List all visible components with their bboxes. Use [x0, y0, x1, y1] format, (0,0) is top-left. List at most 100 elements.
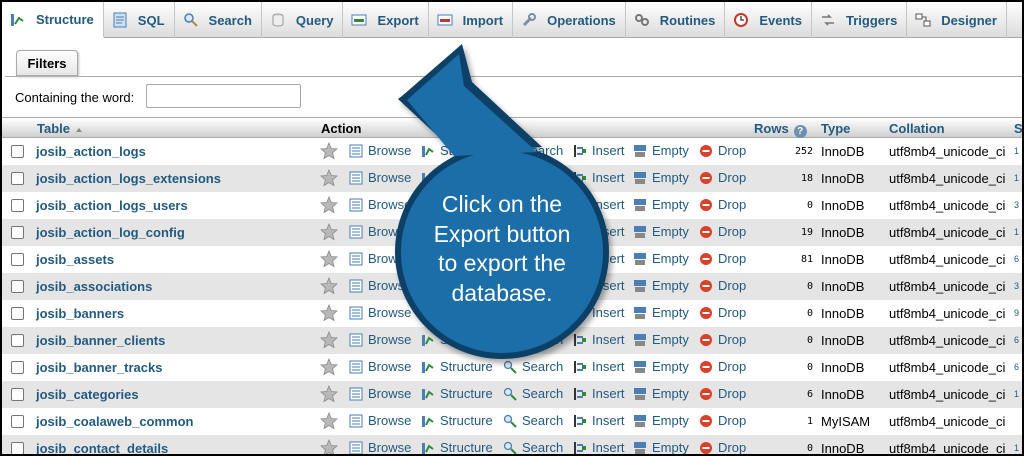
filters-button[interactable]: Filters	[16, 50, 78, 76]
row-checkbox[interactable]	[11, 334, 24, 347]
empty-action[interactable]: Empty	[633, 170, 689, 185]
favorite-star-icon[interactable]	[320, 439, 338, 456]
drop-action[interactable]: Drop	[699, 143, 746, 158]
insert-action[interactable]: Insert	[573, 413, 625, 428]
structure-action[interactable]: Structure	[421, 170, 493, 185]
search-action[interactable]: Search	[503, 143, 563, 158]
structure-action[interactable]: Structure	[421, 143, 493, 158]
favorite-star-icon[interactable]	[320, 412, 338, 430]
favorite-star-icon[interactable]	[320, 277, 338, 295]
drop-action[interactable]: Drop	[699, 197, 746, 212]
table-name-link[interactable]: josib_banner_clients	[36, 333, 165, 348]
table-name-link[interactable]: josib_action_logs_extensions	[36, 171, 221, 186]
row-checkbox[interactable]	[11, 307, 24, 320]
table-name-link[interactable]: josib_associations	[36, 279, 152, 294]
structure-action[interactable]: Structure	[421, 359, 493, 374]
tab-search[interactable]: Search	[175, 2, 262, 38]
structure-action[interactable]: Structure	[421, 440, 493, 454]
search-action[interactable]: Search	[503, 332, 563, 347]
browse-action[interactable]: Browse	[349, 332, 411, 347]
row-checkbox[interactable]	[11, 172, 24, 185]
table-name-link[interactable]: josib_action_logs_users	[36, 198, 188, 213]
search-action[interactable]: Search	[503, 386, 563, 401]
row-checkbox[interactable]	[11, 442, 24, 454]
drop-action[interactable]: Drop	[699, 332, 746, 347]
search-action[interactable]: Search	[503, 359, 563, 374]
row-checkbox[interactable]	[11, 415, 24, 428]
favorite-star-icon[interactable]	[320, 304, 338, 322]
favorite-star-icon[interactable]	[320, 196, 338, 214]
row-checkbox[interactable]	[11, 226, 24, 239]
size-column-header[interactable]: S	[1014, 121, 1022, 136]
tab-routines[interactable]: Routines	[626, 2, 726, 38]
favorite-star-icon[interactable]	[320, 385, 338, 403]
tab-query[interactable]: Query	[262, 2, 344, 38]
tab-operations[interactable]: Operations	[513, 2, 626, 38]
empty-action[interactable]: Empty	[633, 386, 689, 401]
row-checkbox[interactable]	[11, 361, 24, 374]
favorite-star-icon[interactable]	[320, 331, 338, 349]
favorite-star-icon[interactable]	[320, 142, 338, 160]
tab-structure[interactable]: Structure	[2, 2, 104, 38]
table-name-link[interactable]: josib_action_log_config	[36, 225, 185, 240]
empty-action[interactable]: Empty	[633, 278, 689, 293]
empty-action[interactable]: Empty	[633, 305, 689, 320]
tab-sql[interactable]: SQL	[104, 2, 175, 38]
favorite-star-icon[interactable]	[320, 358, 338, 376]
empty-action[interactable]: Empty	[633, 413, 689, 428]
table-name-link[interactable]: josib_coalaweb_common	[36, 414, 194, 429]
drop-action[interactable]: Drop	[699, 224, 746, 239]
row-checkbox[interactable]	[11, 280, 24, 293]
insert-action[interactable]: Insert	[573, 386, 625, 401]
insert-action[interactable]: Insert	[573, 332, 625, 347]
table-name-link[interactable]: josib_contact_details	[36, 441, 168, 454]
favorite-star-icon[interactable]	[320, 250, 338, 268]
table-name-link[interactable]: josib_banners	[36, 306, 124, 321]
help-icon[interactable]: ?	[793, 125, 807, 138]
row-checkbox[interactable]	[11, 253, 24, 266]
structure-action[interactable]: Structure	[421, 386, 493, 401]
empty-action[interactable]: Empty	[633, 143, 689, 158]
insert-action[interactable]: Insert	[573, 359, 625, 374]
table-name-link[interactable]: josib_banner_tracks	[36, 360, 162, 375]
tab-events[interactable]: Events	[725, 2, 812, 38]
favorite-star-icon[interactable]	[320, 169, 338, 187]
browse-action[interactable]: Browse	[349, 143, 411, 158]
favorite-star-icon[interactable]	[320, 223, 338, 241]
drop-action[interactable]: Drop	[699, 413, 746, 428]
empty-action[interactable]: Empty	[633, 197, 689, 212]
search-action[interactable]: Search	[503, 440, 563, 454]
drop-action[interactable]: Drop	[699, 359, 746, 374]
row-checkbox[interactable]	[11, 145, 24, 158]
drop-action[interactable]: Drop	[699, 305, 746, 320]
browse-action[interactable]: Browse	[349, 386, 411, 401]
rows-column-header[interactable]: Rows?	[754, 121, 807, 138]
empty-action[interactable]: Empty	[633, 359, 689, 374]
drop-action[interactable]: Drop	[699, 278, 746, 293]
insert-action[interactable]: Insert	[573, 170, 625, 185]
insert-action[interactable]: Insert	[573, 440, 625, 454]
empty-action[interactable]: Empty	[633, 251, 689, 266]
table-column-header[interactable]: Table	[37, 121, 82, 136]
browse-action[interactable]: Browse	[349, 440, 411, 454]
containing-word-input[interactable]	[146, 84, 301, 108]
search-action[interactable]: Search	[503, 170, 563, 185]
tab-triggers[interactable]: Triggers	[812, 2, 908, 38]
structure-action[interactable]: Structure	[421, 332, 493, 347]
empty-action[interactable]: Empty	[633, 224, 689, 239]
type-column-header[interactable]: Type	[821, 121, 850, 136]
drop-action[interactable]: Drop	[699, 170, 746, 185]
structure-action[interactable]: Structure	[421, 413, 493, 428]
empty-action[interactable]: Empty	[633, 440, 689, 454]
drop-action[interactable]: Drop	[699, 251, 746, 266]
table-name-link[interactable]: josib_categories	[36, 387, 139, 402]
browse-action[interactable]: Browse	[349, 359, 411, 374]
browse-action[interactable]: Browse	[349, 413, 411, 428]
table-name-link[interactable]: josib_action_logs	[36, 144, 146, 159]
tab-export[interactable]: Export	[343, 2, 429, 38]
tab-import[interactable]: Import	[429, 2, 514, 38]
browse-action[interactable]: Browse	[349, 170, 411, 185]
drop-action[interactable]: Drop	[699, 440, 746, 454]
empty-action[interactable]: Empty	[633, 332, 689, 347]
collation-column-header[interactable]: Collation	[889, 121, 945, 136]
